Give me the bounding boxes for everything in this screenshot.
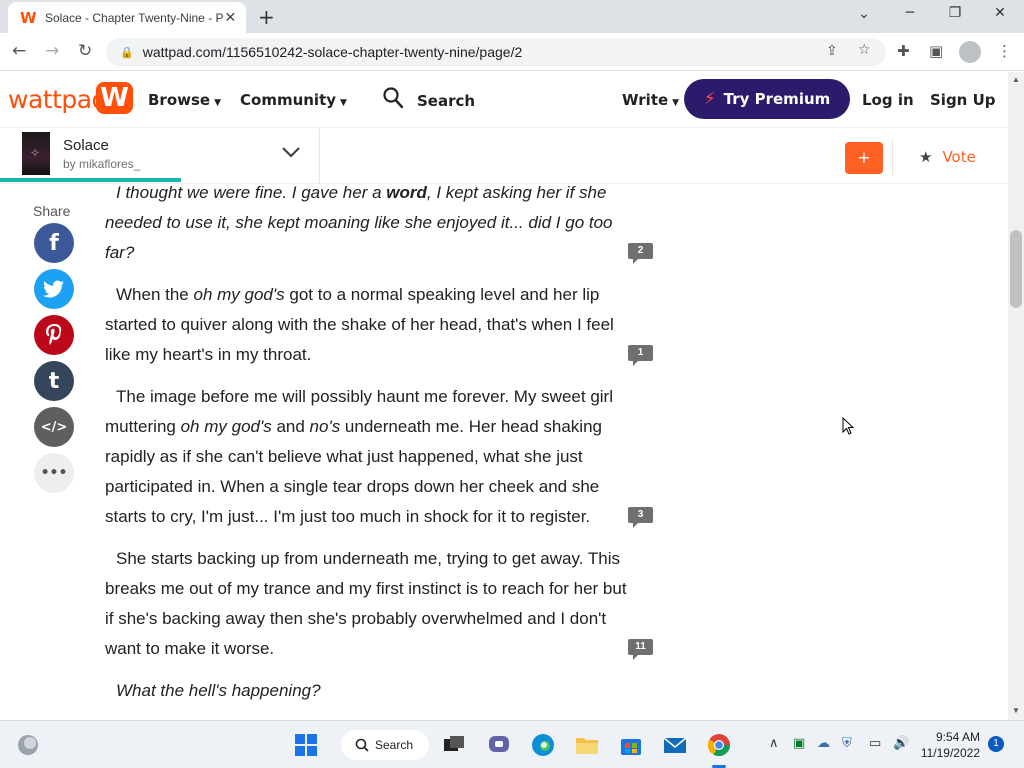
try-premium-button[interactable]: ⚡ Try Premium bbox=[684, 79, 850, 119]
search-link[interactable]: Search bbox=[417, 92, 475, 110]
browser-toolbar: ← → ↻ 🔒 wattpad.com/1156510242-solace-ch… bbox=[0, 33, 1024, 71]
signup-link[interactable]: Sign Up bbox=[930, 91, 996, 109]
inline-comment-count-2[interactable]: 1 bbox=[628, 345, 653, 366]
wattpad-favicon-icon: W bbox=[20, 8, 37, 27]
minimize-icon[interactable]: ─ bbox=[900, 5, 920, 21]
wattpad-w-logo-icon[interactable]: W bbox=[96, 82, 133, 114]
story-paragraph-5[interactable]: What the hell's happening? bbox=[105, 676, 635, 706]
story-content: I thought we were fine. I gave her a wor… bbox=[105, 184, 665, 720]
story-paragraph-4[interactable]: She starts backing up from underneath me… bbox=[105, 544, 635, 664]
browser-menu-icon[interactable]: ⋮ bbox=[997, 42, 1012, 60]
notification-badge[interactable]: 1 bbox=[988, 736, 1004, 752]
text-segment: and bbox=[271, 417, 310, 436]
taskbar-search-button[interactable]: Search bbox=[341, 730, 429, 760]
search-icon[interactable] bbox=[383, 87, 403, 109]
embed-code-icon[interactable]: </> bbox=[34, 407, 74, 447]
address-bar[interactable]: 🔒 wattpad.com/1156510242-solace-chapter-… bbox=[106, 38, 886, 66]
inline-comment-count-4[interactable]: 11 bbox=[628, 639, 653, 660]
extensions-icon[interactable]: ✚ bbox=[897, 42, 910, 60]
browser-tabstrip: W Solace - Chapter Twenty-Nine - P ✕ + ⌄… bbox=[0, 0, 1024, 33]
wattpad-logo[interactable]: wattpad bbox=[8, 85, 107, 114]
reading-progress-bar bbox=[0, 178, 182, 182]
back-icon[interactable]: ← bbox=[12, 41, 26, 61]
vote-divider bbox=[892, 139, 893, 175]
facebook-share-icon[interactable]: f bbox=[34, 223, 74, 263]
inline-comment-count-1[interactable]: 2 bbox=[628, 243, 653, 264]
security-shield-icon[interactable]: ⛨ bbox=[842, 736, 852, 751]
text-segment: oh my god's bbox=[180, 417, 272, 436]
bookmark-star-icon[interactable]: ☆ bbox=[858, 42, 871, 58]
pinterest-share-icon[interactable] bbox=[34, 315, 74, 355]
scrollbar-thumb[interactable] bbox=[1010, 230, 1022, 308]
text-segment: What the hell's happening? bbox=[116, 681, 321, 700]
task-view-icon[interactable] bbox=[442, 733, 466, 757]
onedrive-cloud-icon[interactable]: ☁ bbox=[817, 736, 830, 751]
scroll-down-arrow-icon[interactable]: ▼ bbox=[1012, 706, 1020, 715]
tab-search-chevron-icon[interactable]: ⌄ bbox=[854, 6, 874, 22]
twitter-share-icon[interactable] bbox=[34, 269, 74, 309]
cover-art-icon: ✧ bbox=[30, 146, 41, 160]
restore-icon[interactable]: ❐ bbox=[945, 5, 965, 21]
lock-icon: 🔒 bbox=[120, 45, 134, 59]
vote-button[interactable]: ★ Vote bbox=[919, 148, 976, 166]
mouse-cursor-icon bbox=[842, 417, 854, 435]
browse-menu[interactable]: Browse ▼ bbox=[148, 91, 221, 109]
mail-icon[interactable] bbox=[663, 733, 687, 757]
text-segment: When the bbox=[116, 285, 194, 304]
network-icon[interactable]: ▭ bbox=[869, 736, 881, 751]
community-menu[interactable]: Community ▼ bbox=[240, 91, 347, 109]
chapter-list-chevron-icon[interactable] bbox=[281, 145, 301, 159]
story-bar: ✧ Solace by mikaflores_ + ★ Vote bbox=[0, 129, 1008, 184]
add-to-library-button[interactable]: + bbox=[845, 142, 883, 174]
tab-close-icon[interactable]: ✕ bbox=[223, 10, 238, 26]
write-menu[interactable]: Write ▼ bbox=[622, 91, 679, 109]
text-segment: I thought we were fine. I gave her a bbox=[116, 184, 387, 202]
text-segment: oh my god's bbox=[193, 285, 285, 304]
story-author[interactable]: by mikaflores_ bbox=[63, 157, 140, 171]
edge-browser-icon[interactable] bbox=[531, 733, 555, 757]
story-paragraph-2[interactable]: When the oh my god's got to a normal spe… bbox=[105, 280, 635, 370]
story-bar-divider bbox=[319, 129, 320, 183]
inline-comment-count-3[interactable]: 3 bbox=[628, 507, 653, 528]
tray-app-green-icon[interactable]: ▣ bbox=[793, 736, 805, 751]
side-panel-icon[interactable]: ▣ bbox=[929, 42, 943, 60]
scroll-up-arrow-icon[interactable]: ▲ bbox=[1012, 75, 1020, 84]
teams-chat-icon[interactable] bbox=[487, 733, 511, 757]
profile-avatar-icon[interactable] bbox=[959, 41, 981, 63]
lightning-icon: ⚡ bbox=[703, 89, 716, 109]
more-share-icon[interactable]: ••• bbox=[34, 453, 74, 493]
story-cover-image[interactable]: ✧ bbox=[22, 132, 50, 175]
page-scrollbar[interactable]: ▲ ▼ bbox=[1008, 72, 1024, 720]
windows-start-icon[interactable] bbox=[294, 733, 318, 757]
close-window-icon[interactable]: ✕ bbox=[990, 5, 1010, 21]
tray-overflow-chevron-icon[interactable]: ∧ bbox=[769, 736, 779, 751]
star-icon: ★ bbox=[919, 148, 933, 166]
widgets-weather-icon[interactable] bbox=[16, 733, 40, 757]
forward-icon[interactable]: → bbox=[45, 41, 59, 61]
story-paragraph-1[interactable]: I thought we were fine. I gave her a wor… bbox=[105, 184, 635, 268]
windows-taskbar: Search ∧ ▣ ☁ ⛨ ▭ 🔊 9:54 AM 11/19/2022 1 bbox=[0, 720, 1024, 768]
text-segment: no's bbox=[309, 417, 341, 436]
url-text: wattpad.com/1156510242-solace-chapter-tw… bbox=[142, 44, 523, 60]
taskbar-search-icon bbox=[355, 738, 369, 752]
reload-icon[interactable]: ↻ bbox=[78, 41, 92, 61]
chrome-icon[interactable] bbox=[707, 733, 731, 757]
browser-tab-active[interactable]: W Solace - Chapter Twenty-Nine - P ✕ bbox=[8, 2, 246, 33]
tumblr-share-icon[interactable]: t bbox=[34, 361, 74, 401]
text-segment: word bbox=[386, 184, 427, 202]
share-label: Share bbox=[33, 203, 71, 219]
new-tab-icon[interactable]: + bbox=[258, 5, 275, 29]
wattpad-header: wattpad W Browse ▼ Community ▼ Search Writ… bbox=[0, 72, 1008, 128]
story-title[interactable]: Solace bbox=[63, 137, 109, 154]
file-explorer-icon[interactable] bbox=[575, 733, 599, 757]
share-page-icon[interactable]: ⇪ bbox=[826, 43, 838, 59]
system-clock[interactable]: 9:54 AM 11/19/2022 bbox=[918, 729, 980, 761]
story-paragraph-3[interactable]: The image before me will possibly haunt … bbox=[105, 382, 635, 532]
text-segment: She starts backing up from underneath me… bbox=[105, 549, 627, 658]
microsoft-store-icon[interactable] bbox=[619, 733, 643, 757]
tab-title: Solace - Chapter Twenty-Nine - P bbox=[45, 10, 223, 25]
login-link[interactable]: Log in bbox=[862, 91, 914, 109]
volume-icon[interactable]: 🔊 bbox=[893, 736, 909, 751]
